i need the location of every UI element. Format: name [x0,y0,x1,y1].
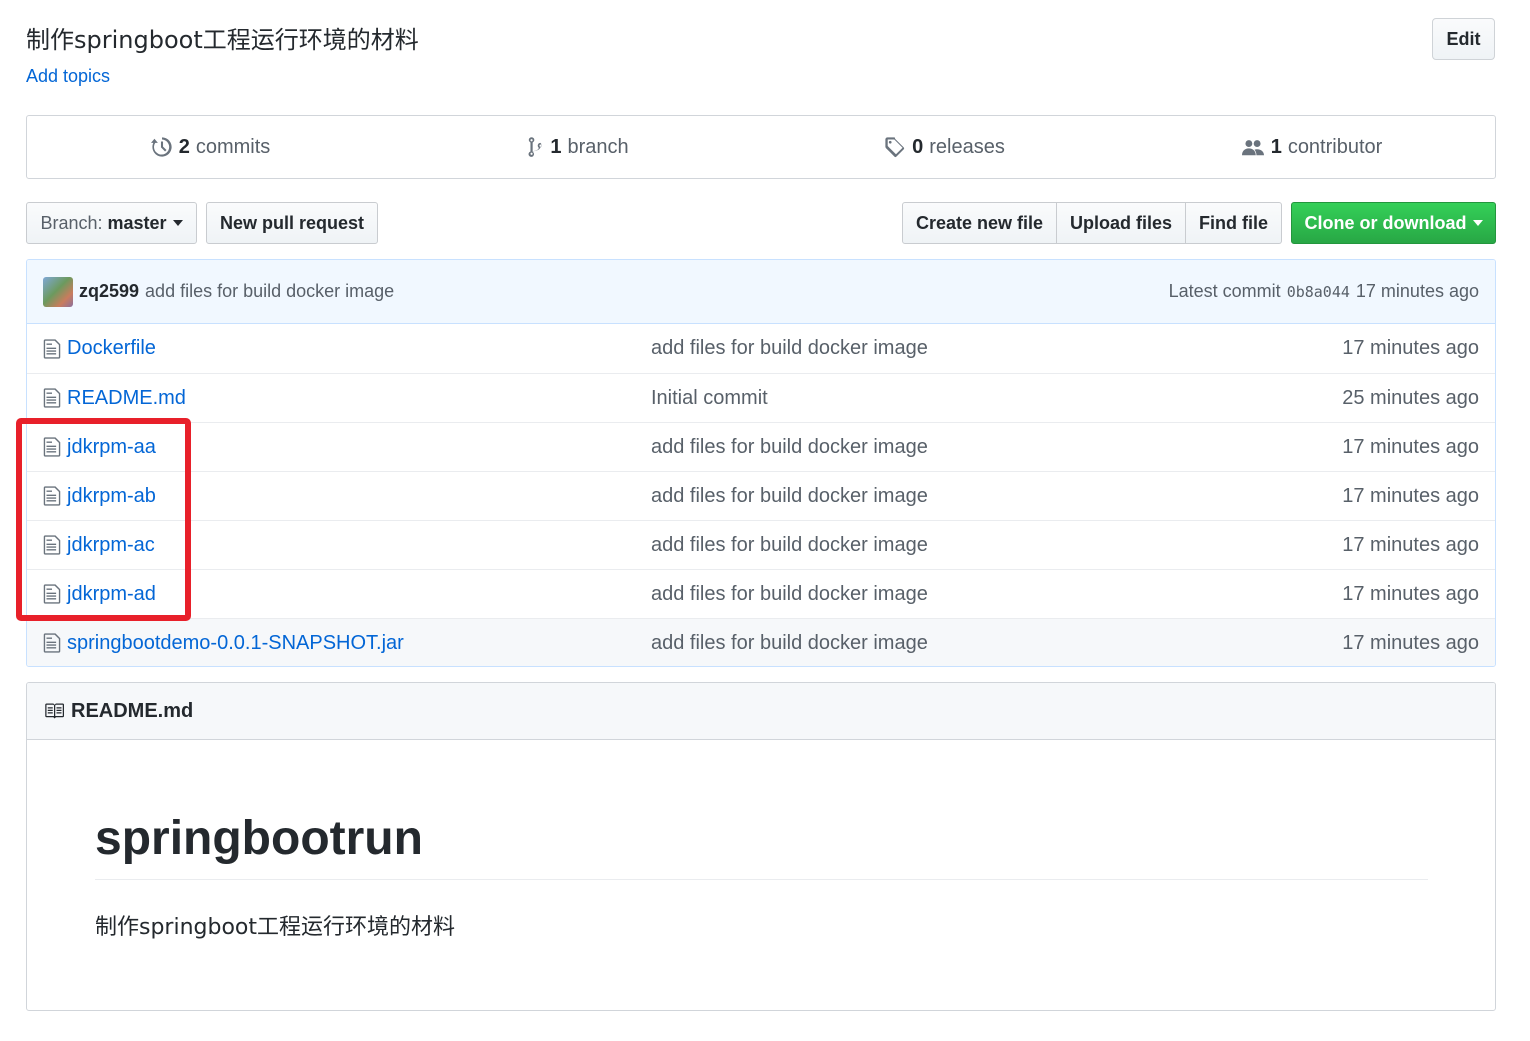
file-icon [43,437,61,457]
edit-button[interactable]: Edit [1432,18,1495,60]
add-topics-link[interactable]: Add topics [26,66,110,87]
file-age: 17 minutes ago [1342,435,1479,458]
file-icon [43,388,61,408]
releases-link[interactable]: 0 releases [761,116,1128,178]
file-name-link[interactable]: jdkrpm-ab [67,485,156,508]
file-commit-message[interactable]: add files for build docker image [651,485,1342,508]
branches-link[interactable]: 1 branch [394,116,761,178]
latest-commit-label: Latest commit [1168,281,1281,301]
releases-label: releases [929,135,1005,158]
people-icon [1241,140,1264,156]
file-commit-message[interactable]: add files for build docker image [651,436,1342,459]
clone-or-download-button[interactable]: Clone or download [1291,202,1496,244]
branch-icon [528,137,542,157]
file-rows: Dockerfile add files for build docker im… [27,324,1495,666]
commits-link[interactable]: 2 commits [27,116,394,178]
file-icon [43,535,61,555]
file-commit-message[interactable]: add files for build docker image [651,534,1342,557]
contributors-label: contributor [1287,135,1383,158]
table-row: jdkrpm-ad add files for build docker ima… [27,569,1495,618]
file-name-link[interactable]: jdkrpm-aa [67,436,156,459]
file-age: 17 minutes ago [1342,337,1479,359]
file-name-link[interactable]: jdkrpm-ac [67,534,155,557]
contributors-link[interactable]: 1 contributor [1128,116,1495,178]
file-icon [43,486,61,506]
table-row: README.md Initial commit 25 minutes ago [27,373,1495,422]
file-name-link[interactable]: jdkrpm-ad [67,583,156,606]
history-icon [150,137,172,157]
file-icon [43,338,61,359]
file-list: zq2599 add files for build docker image … [26,259,1496,667]
find-file-button[interactable]: Find file [1186,202,1282,244]
upload-files-button[interactable]: Upload files [1057,202,1186,244]
file-icon [43,584,61,604]
commits-label: commits [195,135,271,158]
commits-count: 2 [178,135,190,158]
latest-commit-bar: zq2599 add files for build docker image … [27,260,1495,324]
branch-select[interactable]: Branch: master [26,202,197,244]
branch-prefix: Branch: [40,212,103,233]
file-age: 17 minutes ago [1342,582,1479,605]
repo-summary: 2 commits 1 branch 0 releases 1 contribu… [26,115,1496,179]
file-commit-message[interactable]: add files for build docker image [651,337,1342,360]
file-commit-message[interactable]: add files for build docker image [651,583,1342,606]
latest-commit-info: Latest commit 0b8a044 17 minutes ago [1169,281,1479,302]
caret-down-icon [172,220,183,226]
readme-filename: README.md [71,699,194,722]
new-pull-request-button[interactable]: New pull request [206,202,378,244]
file-name-link[interactable]: README.md [67,387,186,410]
table-row: Dockerfile add files for build docker im… [27,324,1495,373]
readme-header: README.md [27,683,1495,740]
table-row: jdkrpm-ab add files for build docker ima… [27,471,1495,520]
table-row: jdkrpm-ac add files for build docker ima… [27,520,1495,569]
divider [95,879,1428,880]
file-icon [43,633,61,653]
releases-count: 0 [912,135,924,158]
file-commit-message[interactable]: add files for build docker image [651,632,1342,655]
branches-label: branch [567,135,629,158]
clone-label: Clone or download [1304,212,1467,233]
repo-description: 制作springboot工程运行环境的材料 [26,26,419,54]
caret-down-icon [1472,220,1483,226]
branch-name: master [107,212,167,233]
table-row: jdkrpm-aa add files for build docker ima… [27,422,1495,471]
file-name-link[interactable]: springbootdemo-0.0.1-SNAPSHOT.jar [67,632,404,655]
commit-age: 17 minutes ago [1355,281,1479,301]
readme-body: 制作springboot工程运行环境的材料 [95,915,456,940]
commit-author[interactable]: zq2599 [79,281,139,302]
tag-icon [885,137,905,158]
commit-sha[interactable]: 0b8a044 [1287,283,1350,301]
file-actions-group: Create new file Upload files Find file [902,202,1282,244]
file-age: 17 minutes ago [1342,533,1479,556]
branches-count: 1 [550,135,562,158]
file-name-link[interactable]: Dockerfile [67,337,156,360]
file-age: 17 minutes ago [1342,631,1479,654]
create-new-file-button[interactable]: Create new file [902,202,1057,244]
file-commit-message[interactable]: Initial commit [651,387,1342,410]
table-row: springbootdemo-0.0.1-SNAPSHOT.jar add fi… [27,618,1495,666]
file-age: 17 minutes ago [1342,484,1479,507]
readme-heading: springbootrun [95,812,423,865]
avatar[interactable] [43,276,73,307]
file-age: 25 minutes ago [1342,386,1479,409]
commit-message[interactable]: add files for build docker image [145,281,394,302]
contributors-count: 1 [1270,135,1282,158]
readme-panel: README.md springbootrun 制作springboot工程运行… [26,682,1496,1011]
book-icon [45,703,64,719]
